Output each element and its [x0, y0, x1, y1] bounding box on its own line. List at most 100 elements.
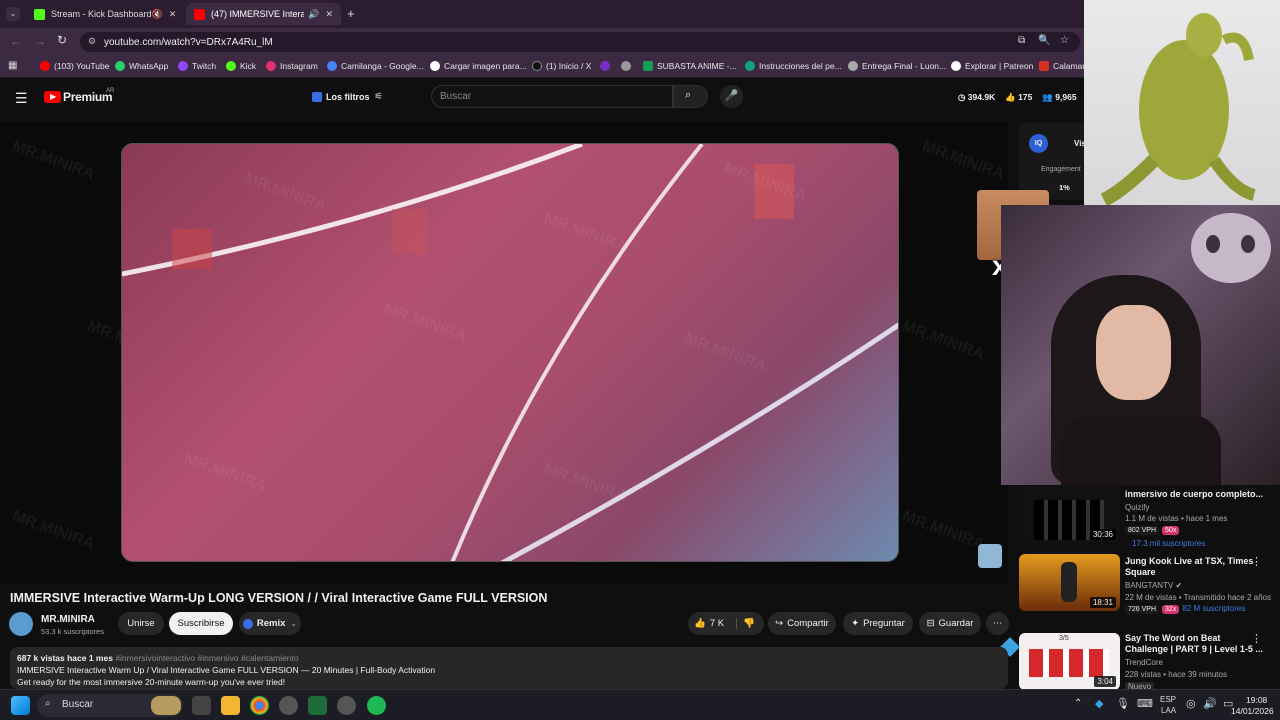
- subs-count: 17.3 mil suscriptores: [1132, 539, 1206, 548]
- subscribe-button[interactable]: Suscribirse: [169, 612, 233, 635]
- language-code[interactable]: ESP: [1160, 695, 1176, 704]
- description-box[interactable]: 687 k vistas hace 1 mes #inmersivointera…: [10, 647, 1008, 689]
- bookmark-kick[interactable]: Kick: [226, 61, 256, 71]
- youtube-premium-logo[interactable]: Premium: [63, 90, 113, 104]
- bookmark-globe[interactable]: [621, 61, 635, 71]
- new-tab-button[interactable]: +: [347, 6, 355, 21]
- forward-icon[interactable]: →: [34, 34, 46, 48]
- clock-time[interactable]: 19:08: [1246, 695, 1267, 705]
- taskbar-search[interactable]: ⌕ Buscar: [37, 694, 183, 717]
- bookmark-twitch[interactable]: Twitch: [178, 61, 216, 71]
- recommendation-channel[interactable]: BANGTANTV ✔: [1125, 581, 1182, 590]
- bookmark-instrucciones[interactable]: Instrucciones del pe...: [745, 61, 842, 71]
- close-icon[interactable]: ✕: [169, 9, 177, 20]
- bookmark-instagram[interactable]: Instagram: [266, 61, 318, 71]
- bookmark-purple[interactable]: [600, 61, 614, 71]
- frog-image: [1100, 13, 1256, 207]
- bookmark-whatsapp[interactable]: WhatsApp: [115, 61, 168, 71]
- recommendation-thumbnail[interactable]: 18:31: [1019, 554, 1120, 611]
- more-options-icon[interactable]: ⋮: [1251, 555, 1262, 568]
- bookmark-entrega[interactable]: Entrega Final - Luon...: [848, 61, 946, 71]
- channel-watermark-icon[interactable]: [978, 544, 1002, 568]
- voice-search-icon[interactable]: 🎤: [720, 85, 743, 108]
- like-icon[interactable]: 👍: [694, 618, 706, 629]
- remix-button[interactable]: Remix ⌄: [239, 612, 301, 635]
- settings-icon[interactable]: [337, 696, 356, 715]
- tab-label: Stream - Kick Dashboard: [51, 9, 152, 19]
- bookmark-camilanga[interactable]: Camilanga - Google...: [327, 61, 424, 71]
- chrome-icon[interactable]: [250, 696, 269, 715]
- more-options-icon[interactable]: ⋮: [1251, 632, 1262, 645]
- apps-grid-icon[interactable]: ▦: [8, 60, 17, 71]
- search-icon: ⌕: [45, 698, 51, 709]
- search-button[interactable]: ⌕: [673, 85, 708, 108]
- recommendation-item[interactable]: 3/5 3:04 Say The Word on Beat Challenge …: [1019, 630, 1280, 691]
- recommendation-channel[interactable]: TrendCore: [1125, 658, 1163, 667]
- steelseries-icon[interactable]: [279, 696, 298, 715]
- obs-icon[interactable]: [308, 696, 327, 715]
- install-icon[interactable]: ⧉: [1018, 35, 1025, 46]
- dislike-icon[interactable]: 👎: [736, 618, 755, 629]
- zoom-icon[interactable]: 🔍: [1038, 35, 1050, 46]
- search-input[interactable]: Buscar: [431, 85, 673, 108]
- mute-icon[interactable]: 🔇: [152, 9, 163, 20]
- file-explorer-icon[interactable]: [221, 696, 240, 715]
- filters-extension[interactable]: Los filtros ⚟: [312, 91, 383, 102]
- recommendation-title[interactable]: Jung Kook Live at TSX, Times Square: [1125, 556, 1265, 578]
- bookmark-subasta[interactable]: SUBASTA ANIME -...: [643, 61, 737, 71]
- tray-app-icon[interactable]: ◆: [1095, 697, 1103, 710]
- microphone-icon[interactable]: 🎙: [1116, 697, 1130, 710]
- recommendation-title[interactable]: inmersivo de cuerpo completo...: [1125, 489, 1265, 500]
- bookmark-label: Camilanga - Google...: [341, 61, 424, 71]
- likes-value: 175: [1018, 92, 1033, 102]
- channel-avatar[interactable]: [9, 612, 33, 636]
- bookmark-x[interactable]: (1) Inicio / X: [532, 61, 591, 71]
- tab-youtube[interactable]: (47) IMMERSIVE Interactive 🔊 ✕: [186, 3, 341, 25]
- back-icon[interactable]: ←: [10, 34, 22, 48]
- video-frame[interactable]: MR.MINIRA MR.MINIRA MR.MINIRA MR.MINIRA …: [121, 143, 899, 562]
- ask-button[interactable]: ✦ Preguntar: [843, 612, 913, 635]
- speaker-icon[interactable]: 🔊: [308, 9, 319, 20]
- save-button[interactable]: ⊟ Guardar: [919, 612, 981, 635]
- bookmark-cargar-imagen[interactable]: Cargar imagen para...: [430, 61, 527, 71]
- duration-badge: 18:31: [1089, 597, 1116, 608]
- channel-name[interactable]: MR.MINIRA: [41, 614, 95, 625]
- subs-value: 9,965: [1055, 92, 1077, 102]
- bookmark-patreon[interactable]: Explorar | Patreon: [951, 61, 1033, 71]
- reload-icon[interactable]: ↻: [57, 33, 67, 47]
- volume-icon[interactable]: 🔊: [1203, 697, 1217, 710]
- recommendation-item[interactable]: 18:31 Jung Kook Live at TSX, Times Squar…: [1019, 553, 1280, 614]
- join-button[interactable]: Unirse: [118, 612, 164, 635]
- keyboard-icon[interactable]: ⌨: [1137, 697, 1153, 710]
- tab-search-icon[interactable]: ⌄: [6, 7, 20, 21]
- menu-icon[interactable]: ☰: [15, 90, 28, 107]
- keyboard-layout[interactable]: LAA: [1161, 706, 1176, 715]
- hashtags[interactable]: #inmersivointeractivo #inmersivo #calent…: [115, 653, 298, 663]
- recommendation-item[interactable]: 30:36 inmersivo de cuerpo completo... Qu…: [1019, 486, 1280, 548]
- share-button[interactable]: ↪ Compartir: [768, 612, 836, 635]
- windows-start-icon[interactable]: [11, 696, 30, 715]
- watermark: MR.MINIRA: [899, 317, 987, 364]
- duration-badge: 30:36: [1089, 529, 1116, 540]
- like-count[interactable]: 7 K: [710, 618, 724, 629]
- recommendation-thumbnail[interactable]: 30:36: [1019, 486, 1120, 543]
- bookmark-star-icon[interactable]: ☆: [1060, 35, 1069, 46]
- spotify-icon[interactable]: [367, 696, 386, 715]
- close-icon[interactable]: ✕: [325, 9, 333, 20]
- clock-date[interactable]: 14/01/2026: [1231, 706, 1274, 716]
- tab-kick[interactable]: Stream - Kick Dashboard 🔇 ✕: [26, 3, 182, 25]
- chevron-up-icon[interactable]: ⌃: [1074, 698, 1082, 709]
- recommendation-title[interactable]: Say The Word on Beat Challenge | PART 9 …: [1125, 633, 1265, 655]
- bookmark-youtube[interactable]: (103) YouTube: [40, 61, 109, 71]
- task-view-icon[interactable]: [192, 696, 211, 715]
- bookmark-calamar[interactable]: Calamar: [1039, 61, 1085, 71]
- site-info-icon[interactable]: ⚙: [88, 36, 96, 47]
- url-bar[interactable]: ⚙ youtube.com/watch?v=DRx7A4Ru_lM ⧉ 🔍 ☆: [80, 32, 1080, 52]
- network-icon[interactable]: ◎: [1186, 697, 1196, 710]
- youtube-logo-icon[interactable]: ▶: [44, 91, 61, 103]
- vidiq-icon[interactable]: IQ: [1029, 134, 1048, 153]
- bookmark-label: Cargar imagen para...: [444, 61, 527, 71]
- recommendation-thumbnail[interactable]: 3/5 3:04: [1019, 633, 1120, 690]
- more-actions-button[interactable]: ⋯: [986, 612, 1009, 635]
- recommendation-channel[interactable]: Quizify: [1125, 503, 1149, 512]
